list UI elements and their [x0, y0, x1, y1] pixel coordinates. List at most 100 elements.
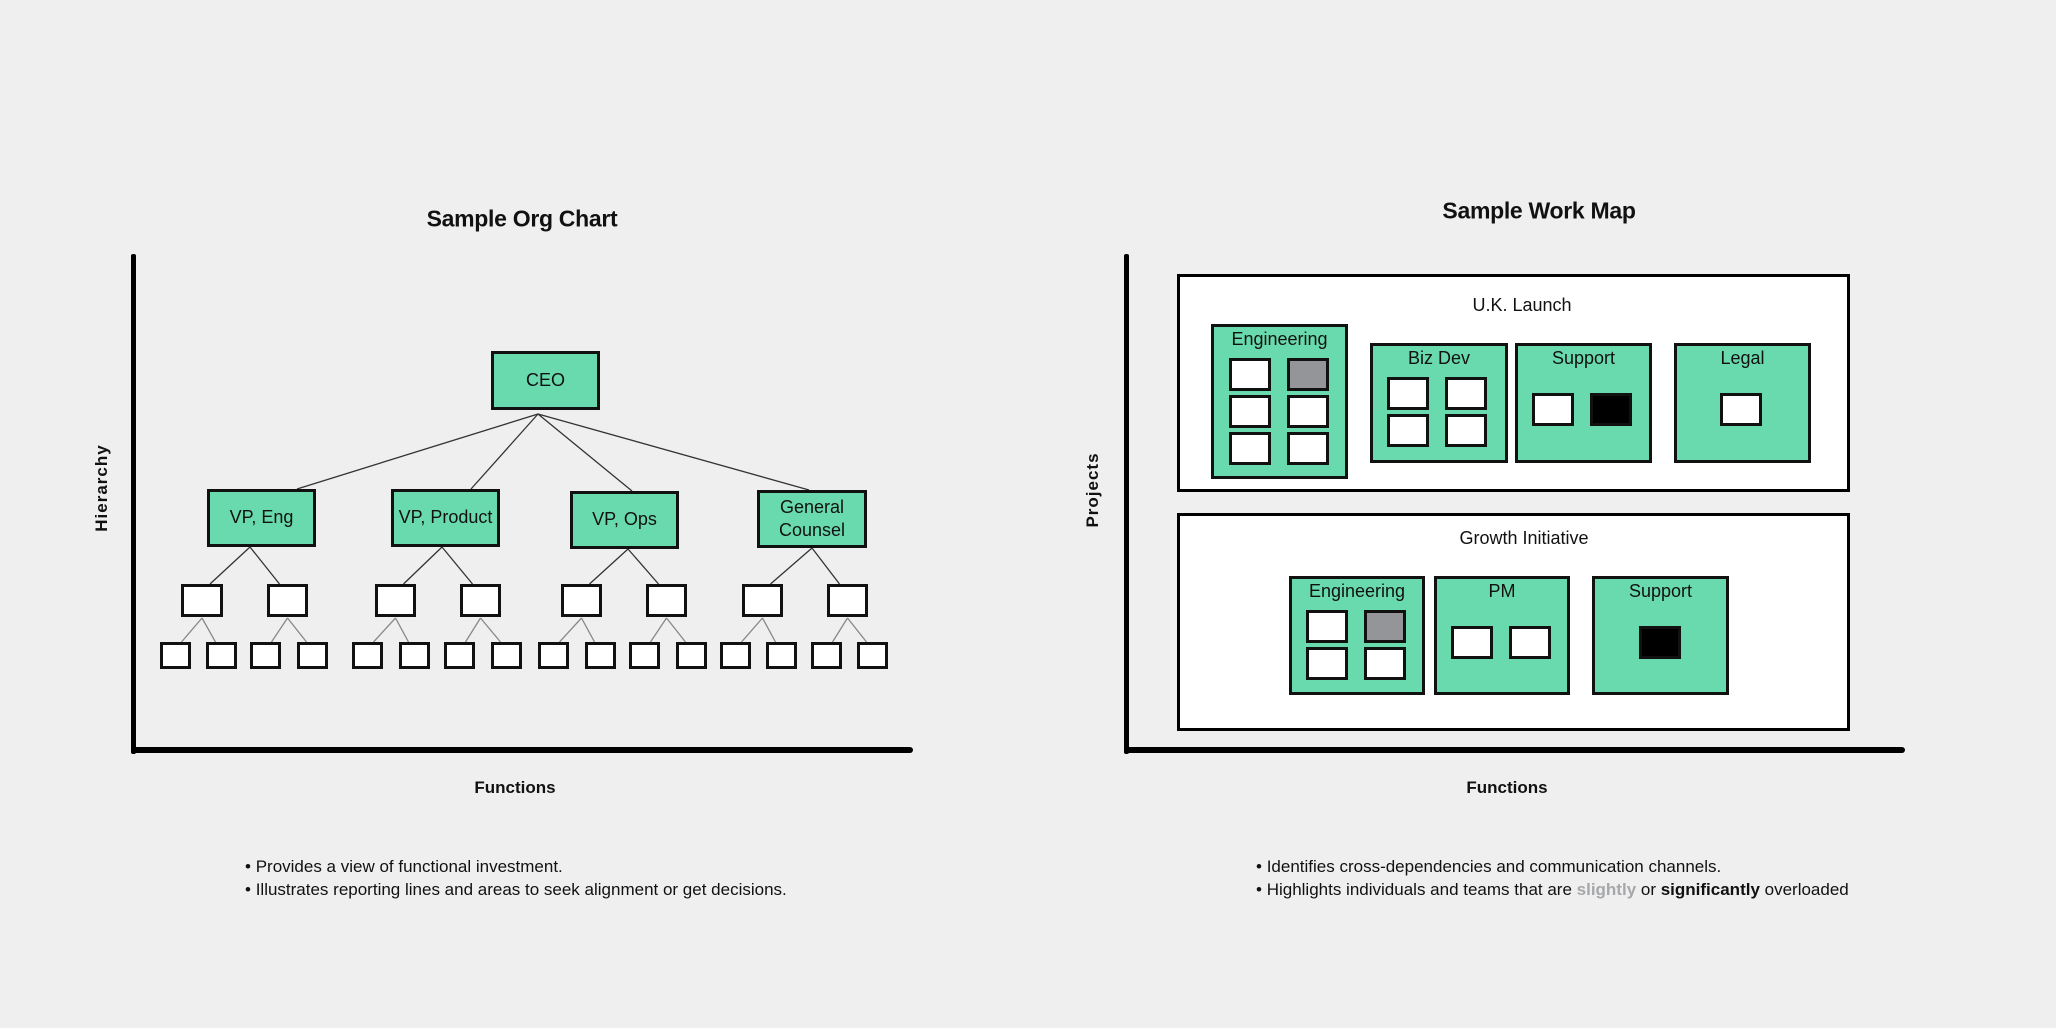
connector-line: [665, 617, 687, 643]
org-node-vp-product[interactable]: VP, Product: [391, 489, 500, 547]
org-node-individual[interactable]: [766, 642, 797, 669]
member[interactable]: [1451, 626, 1493, 659]
org-node-manager[interactable]: [267, 584, 308, 617]
member[interactable]: [1532, 393, 1574, 426]
org-node-manager[interactable]: [742, 584, 783, 617]
team-support[interactable]: Support: [1592, 576, 1729, 695]
org-node-label: Counsel: [778, 520, 846, 540]
member[interactable]: [1229, 395, 1271, 428]
team-biz-dev[interactable]: Biz Dev: [1370, 343, 1508, 463]
org-node-label: VP, Product: [398, 507, 493, 528]
org-node-individual[interactable]: [811, 642, 842, 669]
connector-line: [181, 617, 203, 643]
team-label: Support: [1551, 348, 1616, 368]
connector-line: [209, 546, 251, 585]
member-slightly-overloaded[interactable]: [1287, 358, 1329, 391]
org-node-vp-ops[interactable]: VP, Ops: [570, 491, 679, 549]
org-node-general-counsel[interactable]: General Counsel: [757, 490, 867, 548]
team-label: Biz Dev: [1407, 348, 1470, 368]
project-growth-initiative[interactable]: Growth Initiative Engineering PM Support: [1177, 513, 1850, 731]
connector-line: [770, 547, 813, 585]
connector-line: [296, 413, 539, 490]
work-map-title: Sample Work Map: [1442, 197, 1636, 224]
team-label: Legal: [1720, 348, 1765, 368]
org-node-manager[interactable]: [646, 584, 687, 617]
work-map-x-axis-label: Functions: [1466, 778, 1548, 797]
team-engineering[interactable]: Engineering: [1211, 324, 1348, 479]
bullet-item: • Illustrates reporting lines and areas …: [245, 880, 787, 899]
team-label: Engineering: [1231, 329, 1328, 349]
connector-line: [394, 617, 410, 643]
member[interactable]: [1306, 647, 1348, 680]
org-node-individual[interactable]: [297, 642, 328, 669]
org-node-individual[interactable]: [206, 642, 237, 669]
connector-line: [580, 617, 596, 643]
team-support[interactable]: Support: [1515, 343, 1652, 463]
connector-line: [270, 617, 289, 643]
member[interactable]: [1509, 626, 1551, 659]
work-map-y-axis: [1124, 254, 1129, 754]
member[interactable]: [1229, 358, 1271, 391]
team-engineering[interactable]: Engineering: [1289, 576, 1425, 695]
project-title: Growth Initiative: [1459, 528, 1589, 548]
connector-line: [846, 617, 868, 643]
org-node-manager[interactable]: [460, 584, 501, 617]
connector-line: [373, 617, 396, 643]
member[interactable]: [1229, 432, 1271, 465]
org-node-individual[interactable]: [676, 642, 707, 669]
org-node-individual[interactable]: [352, 642, 383, 669]
connector-line: [831, 617, 849, 643]
member[interactable]: [1364, 647, 1406, 680]
member[interactable]: [1445, 377, 1487, 410]
connector-line: [537, 413, 633, 492]
connector-line: [649, 617, 668, 643]
org-node-ceo[interactable]: CEO: [491, 351, 600, 410]
org-node-individual[interactable]: [720, 642, 751, 669]
org-node-manager[interactable]: [181, 584, 223, 617]
member-significantly-overloaded[interactable]: [1590, 393, 1632, 426]
org-node-label: CEO: [525, 369, 565, 390]
org-node-individual[interactable]: [538, 642, 569, 669]
connector-line: [627, 548, 659, 585]
member[interactable]: [1387, 377, 1429, 410]
member[interactable]: [1445, 414, 1487, 447]
work-map-bullets: • Identifies cross-dependencies and comm…: [1256, 855, 1849, 901]
project-uk-launch[interactable]: U.K. Launch Engineering Biz Dev Support …: [1177, 274, 1850, 492]
member-slightly-overloaded[interactable]: [1364, 610, 1406, 643]
connector-line: [559, 617, 582, 643]
org-node-label: General: [779, 496, 845, 517]
org-node-individual[interactable]: [491, 642, 522, 669]
connector-line: [589, 548, 629, 585]
connector-line: [470, 413, 539, 490]
bullet-item: • Highlights individuals and teams that …: [1256, 880, 1849, 899]
org-chart-bullets: • Provides a view of functional investme…: [245, 855, 787, 901]
org-node-individual[interactable]: [250, 642, 281, 669]
member-significantly-overloaded[interactable]: [1639, 626, 1681, 659]
connector-line: [464, 617, 482, 643]
org-node-individual[interactable]: [399, 642, 430, 669]
org-node-individual[interactable]: [160, 642, 191, 669]
connector-line: [201, 617, 217, 643]
team-legal[interactable]: Legal: [1674, 343, 1811, 463]
team-label: Support: [1628, 581, 1693, 601]
connector-line: [741, 617, 763, 643]
slightly-overloaded-key: slightly: [1576, 880, 1637, 899]
member[interactable]: [1306, 610, 1348, 643]
member[interactable]: [1287, 432, 1329, 465]
member[interactable]: [1387, 414, 1429, 447]
bullet-item: • Identifies cross-dependencies and comm…: [1256, 857, 1722, 876]
member[interactable]: [1287, 395, 1329, 428]
org-node-manager[interactable]: [561, 584, 602, 617]
org-node-individual[interactable]: [585, 642, 616, 669]
connector-line: [403, 546, 443, 585]
org-node-vp-eng[interactable]: VP, Eng: [207, 489, 316, 547]
org-node-individual[interactable]: [629, 642, 660, 669]
project-title: U.K. Launch: [1472, 295, 1572, 315]
org-node-individual[interactable]: [444, 642, 475, 669]
team-pm[interactable]: PM: [1434, 576, 1570, 695]
connector-line: [537, 413, 810, 491]
org-node-manager[interactable]: [827, 584, 868, 617]
member[interactable]: [1720, 393, 1762, 426]
org-node-individual[interactable]: [857, 642, 888, 669]
org-node-manager[interactable]: [375, 584, 416, 617]
